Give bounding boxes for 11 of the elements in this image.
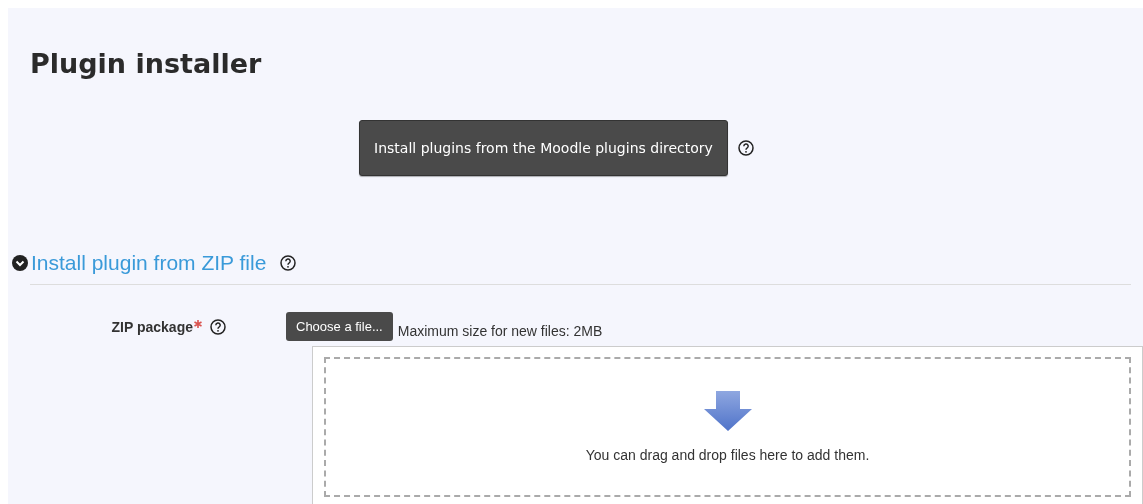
page-title: Plugin installer <box>30 48 263 79</box>
file-drop-area[interactable]: You can drag and drop files here to add them. <box>312 346 1143 504</box>
install-from-directory-button[interactable]: Install plugins from the Moodle plugins directory <box>359 120 728 176</box>
drop-instructions: You can drag and drop files here to add them. <box>585 447 870 463</box>
max-size-hint: Maximum size for new files: 2MB <box>397 322 603 339</box>
choose-file-button[interactable]: Choose a file... <box>286 312 393 341</box>
help-icon[interactable] <box>737 140 754 156</box>
field-label: ZIP package <box>111 318 193 335</box>
chevron-icon[interactable] <box>12 255 28 271</box>
help-icon[interactable] <box>280 255 297 271</box>
help-icon[interactable] <box>210 318 226 335</box>
